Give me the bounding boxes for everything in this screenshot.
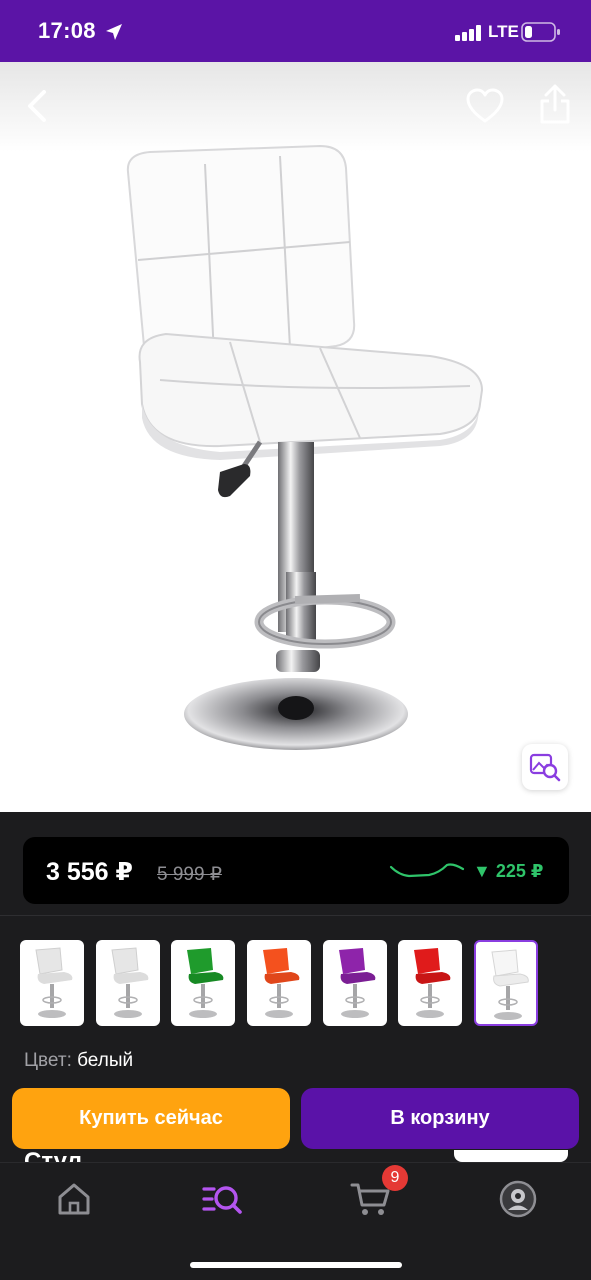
status-time: 17:08 bbox=[38, 18, 96, 43]
cart-count-badge: 9 bbox=[382, 1165, 408, 1191]
image-search-icon bbox=[529, 753, 561, 782]
bar-stool-thumbnail bbox=[35, 947, 73, 1018]
bar-stool-thumbnail bbox=[339, 948, 376, 1018]
home-indicator bbox=[190, 1262, 402, 1268]
avatar-icon[interactable] bbox=[496, 1177, 540, 1221]
price-drop: ▼ 225 ₽ bbox=[473, 861, 544, 881]
chevron-left-icon[interactable] bbox=[18, 84, 58, 128]
price-card[interactable]: 3 556 ₽ 5 999 ₽ ▼ 225 ₽ bbox=[23, 837, 569, 904]
color-value: белый bbox=[77, 1050, 134, 1071]
search-list-icon[interactable] bbox=[200, 1177, 244, 1221]
signal-bars-icon bbox=[455, 25, 481, 41]
color-thumb-green[interactable] bbox=[171, 940, 235, 1026]
network-label: LTE bbox=[488, 22, 519, 41]
price-trend-sparkline bbox=[389, 863, 465, 878]
product-image-area[interactable] bbox=[0, 62, 591, 812]
location-arrow-icon bbox=[106, 24, 122, 40]
bar-stool-thumbnail bbox=[414, 948, 451, 1018]
peek-card bbox=[454, 1150, 568, 1162]
color-thumb-orange[interactable] bbox=[247, 940, 311, 1026]
add-to-cart-button[interactable]: В корзину bbox=[301, 1088, 579, 1149]
heart-icon[interactable] bbox=[464, 86, 506, 126]
status-bar: 17:08 LTE bbox=[0, 0, 591, 62]
visual-search-button[interactable] bbox=[522, 744, 568, 790]
share-icon[interactable] bbox=[536, 82, 574, 126]
color-thumb-white-1[interactable] bbox=[20, 940, 84, 1026]
color-thumb-red[interactable] bbox=[398, 940, 462, 1026]
color-label: Цвет: bbox=[24, 1050, 72, 1071]
color-thumb-white-selected[interactable] bbox=[474, 940, 538, 1026]
color-thumb-purple[interactable] bbox=[323, 940, 387, 1026]
buy-now-button[interactable]: Купить сейчас bbox=[12, 1088, 290, 1149]
color-thumb-white-2[interactable] bbox=[96, 940, 160, 1026]
product-photo-bar-stool bbox=[126, 144, 484, 750]
bar-stool-thumbnail bbox=[491, 949, 529, 1020]
color-selection-line: Цвет: белый bbox=[24, 1050, 133, 1072]
divider bbox=[0, 915, 591, 916]
home-icon[interactable] bbox=[52, 1177, 96, 1221]
bar-stool-thumbnail bbox=[263, 948, 300, 1018]
battery-low-icon bbox=[521, 22, 560, 42]
old-price: 5 999 ₽ bbox=[157, 864, 222, 885]
bar-stool-thumbnail bbox=[187, 948, 224, 1018]
bar-stool-thumbnail bbox=[111, 947, 149, 1018]
current-price: 3 556 ₽ bbox=[46, 858, 133, 886]
